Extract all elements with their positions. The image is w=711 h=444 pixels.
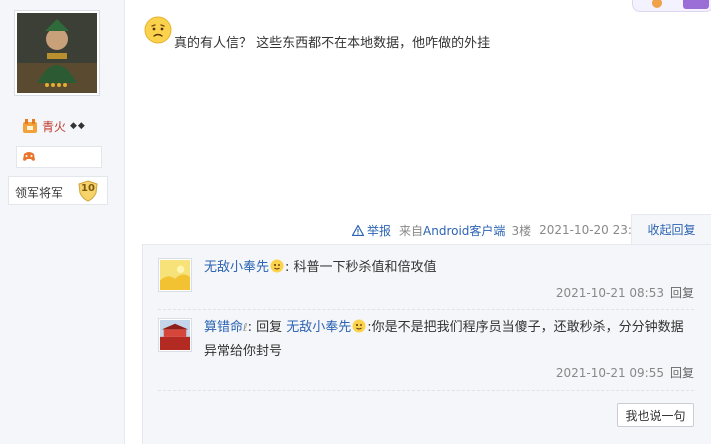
reply-meta: 2021-10-21 09:55 回复 <box>556 364 694 381</box>
reply-author-link[interactable]: 无敌小奉先 <box>204 260 269 275</box>
member-badge-box <box>16 146 102 168</box>
diamond-rating: ◆◆ <box>70 121 86 131</box>
username-row: 青火 ◆◆ <box>22 117 86 135</box>
user-level-icon <box>23 119 37 133</box>
floor-number: 3楼 <box>511 223 532 238</box>
medal-icon <box>652 0 709 9</box>
top-right-badge[interactable] <box>632 0 711 12</box>
reply-content: 算错命ℓ: 回复 无敌小奉先:你是不是把我们程序员当傻子，还敢秒杀，分分钟数据异… <box>204 316 694 364</box>
from-prefix: 来自 <box>399 223 424 238</box>
wink-emoji-icon <box>270 259 284 273</box>
reply-item: 算错命ℓ: 回复 无敌小奉先:你是不是把我们程序员当傻子，还敢秒杀，分分钟数据异… <box>158 318 694 388</box>
post-meta-row: 举报 来自 Android客户端 3楼 2021-10-20 23:11 <box>352 222 647 238</box>
wink-emoji-icon <box>352 319 366 333</box>
reply-divider <box>158 390 694 391</box>
reply-target-link[interactable]: 无敌小奉先 <box>286 320 351 335</box>
reply-button[interactable]: 回复 <box>670 366 694 380</box>
reply-content: 无敌小奉先 : 科普一下秒杀值和倍攻值 <box>204 256 694 280</box>
avatar-image <box>17 13 97 93</box>
reply-date: 2021-10-21 09:55 <box>555 366 664 380</box>
avatar-image <box>160 320 190 350</box>
avatar-image <box>160 260 190 290</box>
reply-avatar[interactable] <box>158 318 192 352</box>
reply-item: 无敌小奉先 : 科普一下秒杀值和倍攻值 2021-10-21 08:53 回复 <box>158 258 694 302</box>
report-label: 举报 <box>367 223 392 238</box>
worried-face-emoji-icon <box>144 16 172 44</box>
reply-author-link[interactable]: 算错命 <box>204 320 243 335</box>
reply-button[interactable]: 回复 <box>670 286 694 300</box>
reply-word: : 回复 <box>247 320 287 335</box>
reply-divider <box>158 309 694 310</box>
rank-title: 领军将军 <box>15 186 64 200</box>
gamepad-icon[interactable] <box>22 150 36 163</box>
reply-avatar[interactable] <box>158 258 192 292</box>
reply-text: : 科普一下秒杀值和倍攻值 <box>285 260 437 275</box>
reply-date: 2021-10-21 08:53 <box>555 286 664 300</box>
level-badge: 10 <box>77 180 99 202</box>
add-comment-button[interactable]: 我也说一句 <box>617 403 694 427</box>
user-avatar[interactable] <box>14 10 100 96</box>
reply-meta: 2021-10-21 08:53 回复 <box>556 284 694 301</box>
report-link[interactable]: 举报 <box>352 222 391 239</box>
author-sidebar: 青火 ◆◆ 领军将军 10 <box>0 0 125 444</box>
client-link[interactable]: Android客户端 <box>423 222 505 239</box>
warning-icon <box>352 224 364 236</box>
post-content: 真的有人信？ 这些东西都不在本地数据，他咋做的外挂 <box>174 36 491 51</box>
username-link[interactable]: 青火 <box>42 118 66 135</box>
fold-replies-button[interactable]: 收起回复 <box>631 214 711 244</box>
level-number: 10 <box>81 183 95 194</box>
rank-box: 领军将军 10 <box>8 176 108 205</box>
